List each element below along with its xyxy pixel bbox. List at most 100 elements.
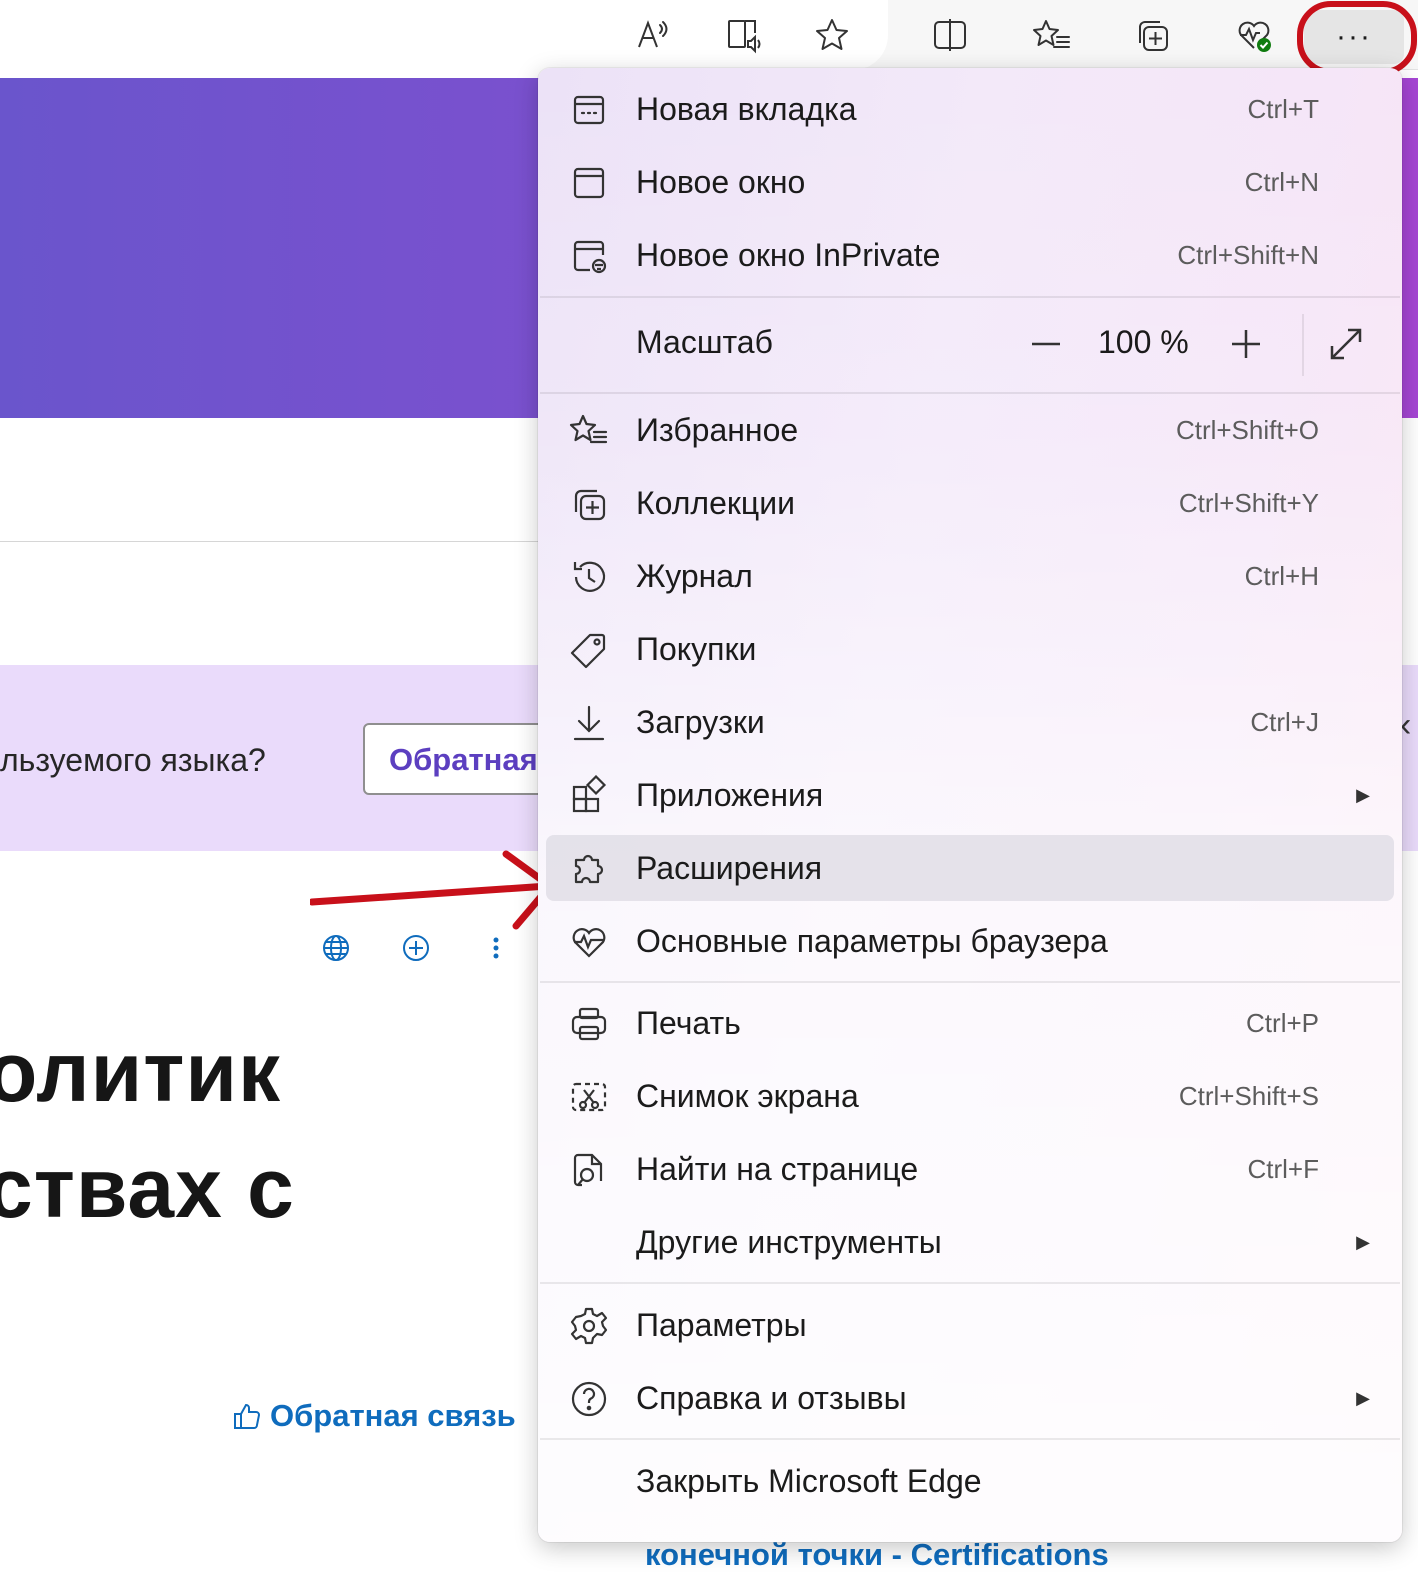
menu-item-label: Параметры	[636, 1306, 807, 1343]
immersive-reader-icon[interactable]	[716, 10, 772, 60]
inprivate-icon	[568, 235, 610, 277]
submenu-arrow-icon: ▶	[1356, 784, 1370, 805]
minus-icon	[1032, 342, 1060, 346]
menu-item-label: Новое окно	[636, 163, 806, 200]
more-menu-button[interactable]: ···	[1304, 10, 1404, 64]
menu-item-label: Новая вкладка	[636, 90, 857, 127]
menu-item-label: Закрыть Microsoft Edge	[636, 1462, 982, 1499]
feedback-button[interactable]: Обратная	[363, 723, 563, 795]
help-icon	[568, 1378, 610, 1420]
zoom-separator	[1302, 314, 1304, 376]
menu-item-shortcut: Ctrl+N	[1244, 166, 1319, 197]
language-question-text: льзуемого языка?	[0, 742, 266, 778]
menu-item-label: Избранное	[636, 411, 799, 448]
read-aloud-icon[interactable]	[626, 10, 682, 60]
thumbs-up-icon	[234, 1403, 261, 1429]
menu-item-shortcut: Ctrl+Shift+N	[1177, 239, 1319, 270]
submenu-arrow-icon: ▶	[1356, 1387, 1370, 1408]
download-icon	[568, 702, 610, 744]
screenshot-icon	[568, 1076, 610, 1118]
apps-icon	[568, 774, 610, 817]
menu-item-close-edge[interactable]: Закрыть Microsoft Edge	[546, 1448, 1394, 1514]
menu-item-extensions[interactable]: Расширения	[546, 835, 1394, 901]
collections-icon	[568, 483, 610, 525]
menu-item-history[interactable]: Журнал Ctrl+H	[546, 543, 1394, 609]
menu-item-settings[interactable]: Параметры	[546, 1292, 1394, 1358]
menu-item-label: Журнал	[636, 557, 753, 594]
fullscreen-button[interactable]	[1320, 318, 1372, 370]
menu-item-label: Приложения	[636, 776, 824, 813]
menu-item-more-tools[interactable]: Другие инструменты ▶	[546, 1209, 1394, 1275]
menu-item-shortcut: Ctrl+H	[1244, 560, 1319, 591]
menu-item-print[interactable]: Печать Ctrl+P	[546, 990, 1394, 1056]
settings-and-more-menu: Новая вкладка Ctrl+T Новое окно Ctrl+N Н…	[538, 68, 1402, 1542]
split-screen-icon[interactable]	[922, 10, 978, 60]
more-vertical-icon[interactable]	[478, 930, 514, 966]
feedback-link-label: Обратная связь	[270, 1398, 516, 1433]
menu-item-label: Другие инструменты	[636, 1223, 942, 1260]
zoom-in-button[interactable]	[1218, 316, 1274, 372]
zoom-label: Масштаб	[636, 324, 773, 360]
menu-separator	[540, 296, 1400, 298]
favorites-icon	[568, 410, 610, 452]
print-icon	[568, 1003, 610, 1045]
menu-item-shortcut: Ctrl+Shift+S	[1178, 1080, 1319, 1111]
menu-separator	[540, 1438, 1400, 1440]
menu-item-label: Снимок экрана	[636, 1077, 859, 1114]
menu-item-find[interactable]: Найти на странице Ctrl+F	[546, 1136, 1394, 1202]
shopping-tag-icon	[568, 629, 610, 671]
find-icon	[568, 1149, 610, 1191]
add-circle-icon[interactable]	[398, 930, 434, 966]
menu-item-shortcut: Ctrl+J	[1250, 706, 1319, 737]
menu-item-collections[interactable]: Коллекции Ctrl+Shift+Y	[546, 470, 1394, 536]
annotation-arrow	[310, 850, 554, 930]
menu-item-new-window[interactable]: Новое окно Ctrl+N	[546, 149, 1394, 215]
new-window-icon	[568, 162, 610, 204]
extensions-puzzle-icon	[568, 848, 610, 890]
menu-separator	[540, 392, 1400, 394]
collections-icon[interactable]	[1124, 10, 1180, 60]
menu-item-new-inprivate[interactable]: Новое окно InPrivate Ctrl+Shift+N	[546, 222, 1394, 288]
menu-item-label: Новое окно InPrivate	[636, 236, 941, 273]
menu-item-new-tab[interactable]: Новая вкладка Ctrl+T	[546, 76, 1394, 142]
menu-item-label: Найти на странице	[636, 1150, 919, 1187]
menu-item-shortcut: Ctrl+Shift+O	[1175, 414, 1319, 445]
new-tab-icon	[568, 89, 610, 131]
zoom-value: 100 %	[1098, 324, 1189, 360]
menu-item-shortcut: Ctrl+P	[1246, 1007, 1319, 1038]
history-icon	[568, 556, 610, 598]
page-heading-line1: олитик	[0, 1025, 282, 1119]
plus-icon	[1232, 330, 1260, 358]
browser-essentials-icon	[568, 921, 610, 963]
menu-item-shortcut: Ctrl+F	[1247, 1153, 1320, 1184]
zoom-row: Масштаб 100 %	[546, 304, 1394, 386]
feedback-link[interactable]: Обратная связь	[232, 1398, 516, 1434]
menu-item-browser-essentials[interactable]: Основные параметры браузера	[546, 908, 1394, 974]
more-icon: ···	[1336, 20, 1372, 53]
fullscreen-expand-icon	[1330, 328, 1362, 360]
browser-toolbar: ···	[0, 0, 1418, 75]
menu-item-label: Печать	[636, 1004, 741, 1041]
menu-item-label: Основные параметры браузера	[636, 922, 1108, 959]
globe-icon[interactable]	[318, 930, 354, 966]
menu-item-help[interactable]: Справка и отзывы ▶	[546, 1365, 1394, 1431]
menu-item-screenshot[interactable]: Снимок экрана Ctrl+Shift+S	[546, 1063, 1394, 1129]
certifications-link[interactable]: конечной точки - Certifications	[645, 1537, 1109, 1573]
divider	[0, 541, 560, 542]
menu-item-shortcut: Ctrl+Shift+Y	[1178, 487, 1319, 518]
browser-essentials-icon[interactable]	[1226, 10, 1282, 60]
menu-item-downloads[interactable]: Загрузки Ctrl+J	[546, 689, 1394, 755]
favorite-star-icon[interactable]	[804, 10, 860, 60]
zoom-out-button[interactable]	[1018, 316, 1074, 372]
menu-separator	[540, 1282, 1400, 1284]
menu-item-shortcut: Ctrl+T	[1247, 93, 1320, 124]
menu-separator	[540, 981, 1400, 983]
favorites-list-icon[interactable]	[1024, 10, 1080, 60]
menu-item-shopping[interactable]: Покупки	[546, 616, 1394, 682]
submenu-arrow-icon: ▶	[1356, 1231, 1370, 1252]
menu-item-favorites[interactable]: Избранное Ctrl+Shift+O	[546, 397, 1394, 463]
menu-item-apps[interactable]: Приложения ▶	[546, 762, 1394, 828]
menu-item-label: Покупки	[636, 630, 757, 667]
menu-item-label: Справка и отзывы	[636, 1379, 907, 1416]
menu-item-label: Коллекции	[636, 484, 795, 521]
